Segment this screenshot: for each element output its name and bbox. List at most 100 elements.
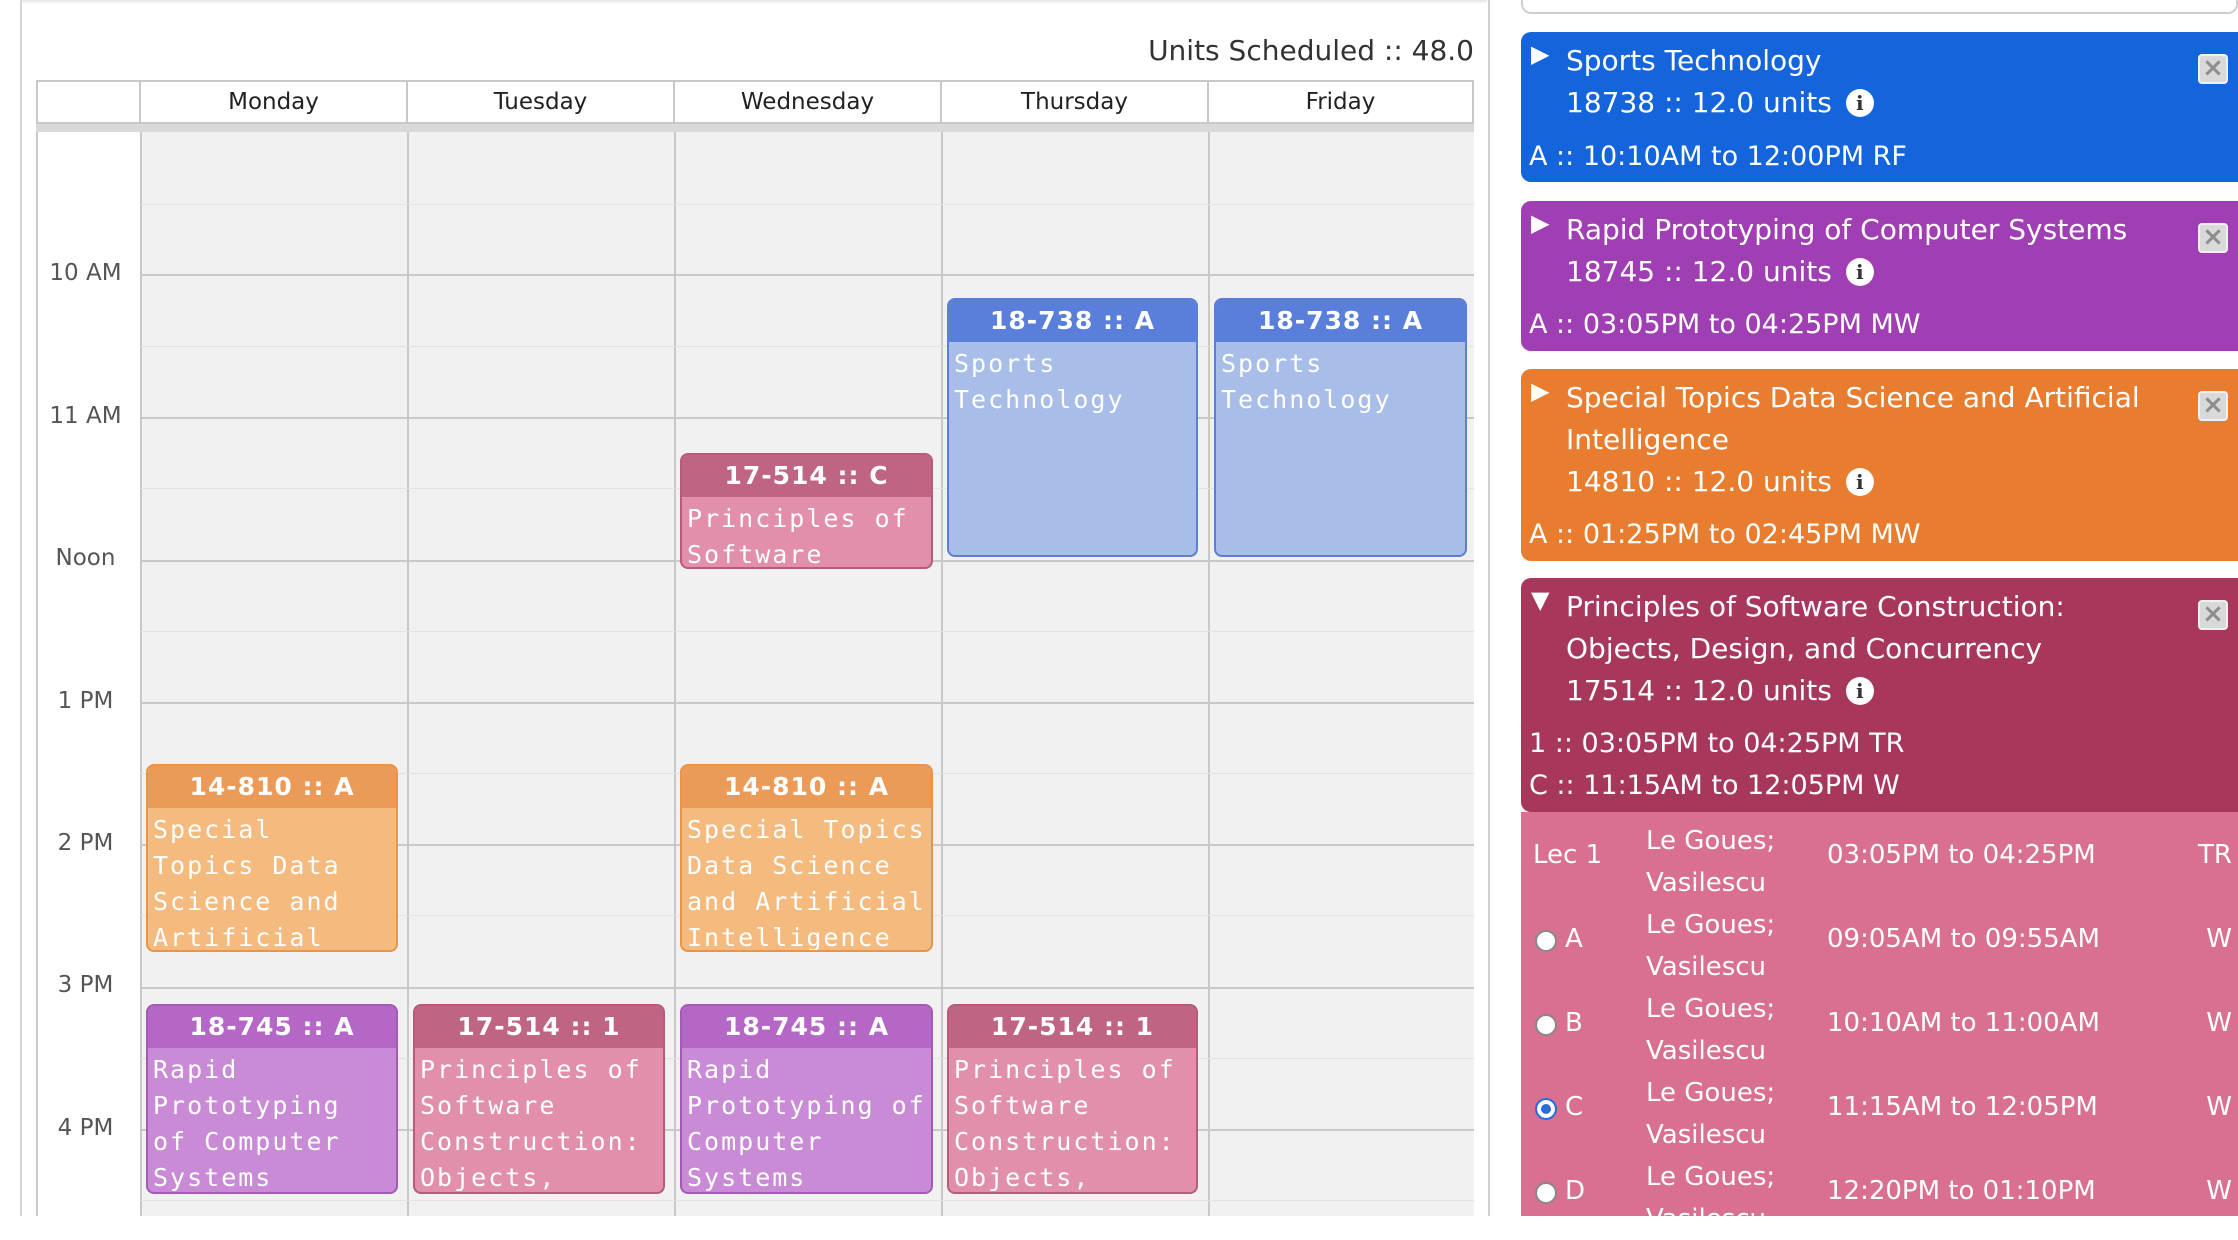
- section-radio-b[interactable]: [1535, 1014, 1557, 1036]
- event-sports-technology-thursday[interactable]: 18-738 :: A Sports Technology: [947, 298, 1198, 557]
- section-days: W: [2206, 1176, 2232, 1206]
- event-header: 18-745 :: A: [682, 1006, 931, 1048]
- hour-label-11am: 11 AM: [49, 403, 122, 429]
- top-shadow: [22, 0, 1487, 4]
- day-header-thursday: Thursday: [940, 82, 1207, 122]
- event-header: 17-514 :: 1: [949, 1006, 1196, 1048]
- triangle-right-icon[interactable]: ▶: [1531, 209, 1549, 237]
- event-principles-software-c-wednesday[interactable]: 17-514 :: C Principles of Software: [680, 453, 933, 569]
- section-radio-a[interactable]: [1535, 930, 1557, 952]
- hour-label-3pm: 3 PM: [57, 972, 114, 998]
- section-days: W: [2206, 1092, 2232, 1122]
- section-time: 03:05PM to 04:25PM: [1827, 840, 2096, 870]
- event-principles-software-thursday[interactable]: 17-514 :: 1 Principles of Software Const…: [947, 1004, 1198, 1194]
- event-sports-technology-friday[interactable]: 18-738 :: A Sports Technology: [1214, 298, 1467, 557]
- info-icon[interactable]: i: [1845, 258, 1874, 286]
- day-header-friday: Friday: [1207, 82, 1472, 122]
- section-instructor: Le Goues; Vasilescu: [1646, 1078, 1776, 1150]
- info-icon[interactable]: i: [1845, 677, 1874, 705]
- event-rapid-prototyping-wednesday[interactable]: 18-745 :: A Rapid Prototyping of Compute…: [680, 1004, 933, 1194]
- course-units: 14810 :: 12.0 units: [1566, 465, 1832, 498]
- course-units: 17514 :: 12.0 units: [1566, 674, 1832, 707]
- event-header: 18-745 :: A: [148, 1006, 396, 1048]
- hour-line: [140, 987, 1474, 989]
- triangle-right-icon[interactable]: ▶: [1531, 377, 1549, 405]
- section-label: B: [1565, 1008, 1583, 1038]
- course-units-row: 17514 :: 12.0 units i: [1566, 670, 1874, 712]
- section-instructor: Le Goues; Vasilescu: [1646, 994, 1776, 1066]
- course-section: A :: 01:25PM to 02:45PM MW: [1529, 519, 1921, 550]
- section-time: 11:15AM to 12:05PM: [1827, 1092, 2098, 1122]
- hour-label-4pm: 4 PM: [57, 1115, 114, 1141]
- day-header-tuesday: Tuesday: [406, 82, 673, 122]
- triangle-right-icon[interactable]: ▶: [1531, 40, 1549, 68]
- hour-label-noon: Noon: [55, 545, 116, 571]
- units-scheduled: Units Scheduled :: 48.0: [1148, 34, 1474, 67]
- info-icon[interactable]: i: [1845, 89, 1874, 117]
- event-rapid-prototyping-monday[interactable]: 18-745 :: A Rapid Prototyping of Compute…: [146, 1004, 398, 1194]
- half-hour-line: [140, 204, 1474, 205]
- course-card-principles-software[interactable]: ▼ Principles of Software Construction: O…: [1521, 578, 2238, 812]
- event-header: 14-810 :: A: [682, 766, 931, 808]
- event-title: Sports Technology: [954, 349, 1125, 414]
- course-panel: ▶ Sports Technology 18738 :: 12.0 units i…: [1521, 0, 2238, 1234]
- section-time: 09:05AM to 09:55AM: [1827, 924, 2100, 954]
- course-section: C :: 11:15AM to 12:05PM W: [1529, 770, 1900, 801]
- course-title: Principles of Software Construction: Obj…: [1566, 590, 2065, 665]
- section-label: Lec 1: [1533, 840, 1603, 870]
- section-instructor: Le Goues; Vasilescu: [1646, 826, 1776, 898]
- section-row-b[interactable]: B Le Goues; Vasilescu 10:10AM to 11:00AM…: [1521, 988, 2238, 1072]
- event-title: Principles of Software Construction: Obj…: [954, 1055, 1176, 1192]
- section-time: 10:10AM to 11:00AM: [1827, 1008, 2100, 1038]
- course-units-row: 18738 :: 12.0 units i: [1566, 82, 1874, 124]
- close-icon[interactable]: ×: [2198, 223, 2228, 253]
- course-units: 18745 :: 12.0 units: [1566, 255, 1832, 288]
- close-icon[interactable]: ×: [2198, 600, 2228, 630]
- event-data-science-wednesday[interactable]: 14-810 :: A Special Topics Data Science …: [680, 764, 933, 952]
- day-column-friday[interactable]: [1208, 132, 1474, 1216]
- event-header: 18-738 :: A: [949, 300, 1196, 342]
- section-instructor: Le Goues; Vasilescu: [1646, 910, 1776, 982]
- calendar-grid: 10 AM 11 AM Noon 1 PM 2 PM 3 PM 4 PM 18-…: [36, 132, 1474, 1216]
- close-icon[interactable]: ×: [2198, 54, 2228, 84]
- event-header: 18-738 :: A: [1216, 300, 1465, 342]
- course-title: Rapid Prototyping of Computer Systems: [1566, 213, 2128, 246]
- section-row-c[interactable]: C Le Goues; Vasilescu 11:15AM to 12:05PM…: [1521, 1072, 2238, 1156]
- course-card-sports-technology[interactable]: ▶ Sports Technology 18738 :: 12.0 units i…: [1521, 32, 2238, 182]
- half-hour-line: [140, 1200, 1474, 1201]
- event-principles-software-tuesday[interactable]: 17-514 :: 1 Principles of Software Const…: [413, 1004, 665, 1194]
- course-card-data-science[interactable]: ▶ Special Topics Data Science and Artifi…: [1521, 369, 2238, 561]
- event-header: 14-810 :: A: [148, 766, 396, 808]
- half-hour-line: [140, 631, 1474, 632]
- event-data-science-monday[interactable]: 14-810 :: A Special Topics Data Science …: [146, 764, 398, 952]
- info-icon[interactable]: i: [1845, 468, 1874, 496]
- section-label: D: [1565, 1176, 1586, 1206]
- hour-line: [140, 702, 1474, 704]
- event-title: Principles of Software Construction: Obj…: [420, 1055, 642, 1192]
- triangle-down-icon[interactable]: ▼: [1531, 586, 1549, 614]
- day-header-wednesday: Wednesday: [673, 82, 940, 122]
- hour-label-1pm: 1 PM: [57, 688, 114, 714]
- section-row-a[interactable]: A Le Goues; Vasilescu 09:05AM to 09:55AM…: [1521, 904, 2238, 988]
- course-card-rapid-prototyping[interactable]: ▶ Rapid Prototyping of Computer Systems …: [1521, 201, 2238, 351]
- event-title: Principles of Software: [687, 504, 909, 569]
- event-header: 17-514 :: 1: [415, 1006, 663, 1048]
- section-row-d[interactable]: D Le Goues; Vasilescu 12:20PM to 01:10PM…: [1521, 1156, 2238, 1240]
- header-separator: [36, 124, 1474, 132]
- calendar: Monday Tuesday Wednesday Thursday Friday…: [36, 80, 1474, 1216]
- hour-line: [140, 274, 1474, 276]
- course-units-row: 18745 :: 12.0 units i: [1566, 251, 1874, 293]
- course-section: A :: 10:10AM to 12:00PM RF: [1529, 141, 1907, 172]
- course-units: 18738 :: 12.0 units: [1566, 86, 1832, 119]
- section-radio-d[interactable]: [1535, 1182, 1557, 1204]
- event-title: Special Topics Data Science and Artifici…: [153, 815, 341, 952]
- hour-label-10am: 10 AM: [49, 260, 122, 286]
- section-label: A: [1565, 924, 1583, 954]
- time-gutter: [38, 132, 140, 1216]
- section-radio-c[interactable]: [1535, 1098, 1557, 1120]
- close-icon[interactable]: ×: [2198, 391, 2228, 421]
- event-header: 17-514 :: C: [682, 455, 931, 497]
- course-section: 1 :: 03:05PM to 04:25PM TR: [1529, 728, 1905, 759]
- course-section: A :: 03:05PM to 04:25PM MW: [1529, 309, 1921, 340]
- course-title: Sports Technology: [1566, 44, 1822, 77]
